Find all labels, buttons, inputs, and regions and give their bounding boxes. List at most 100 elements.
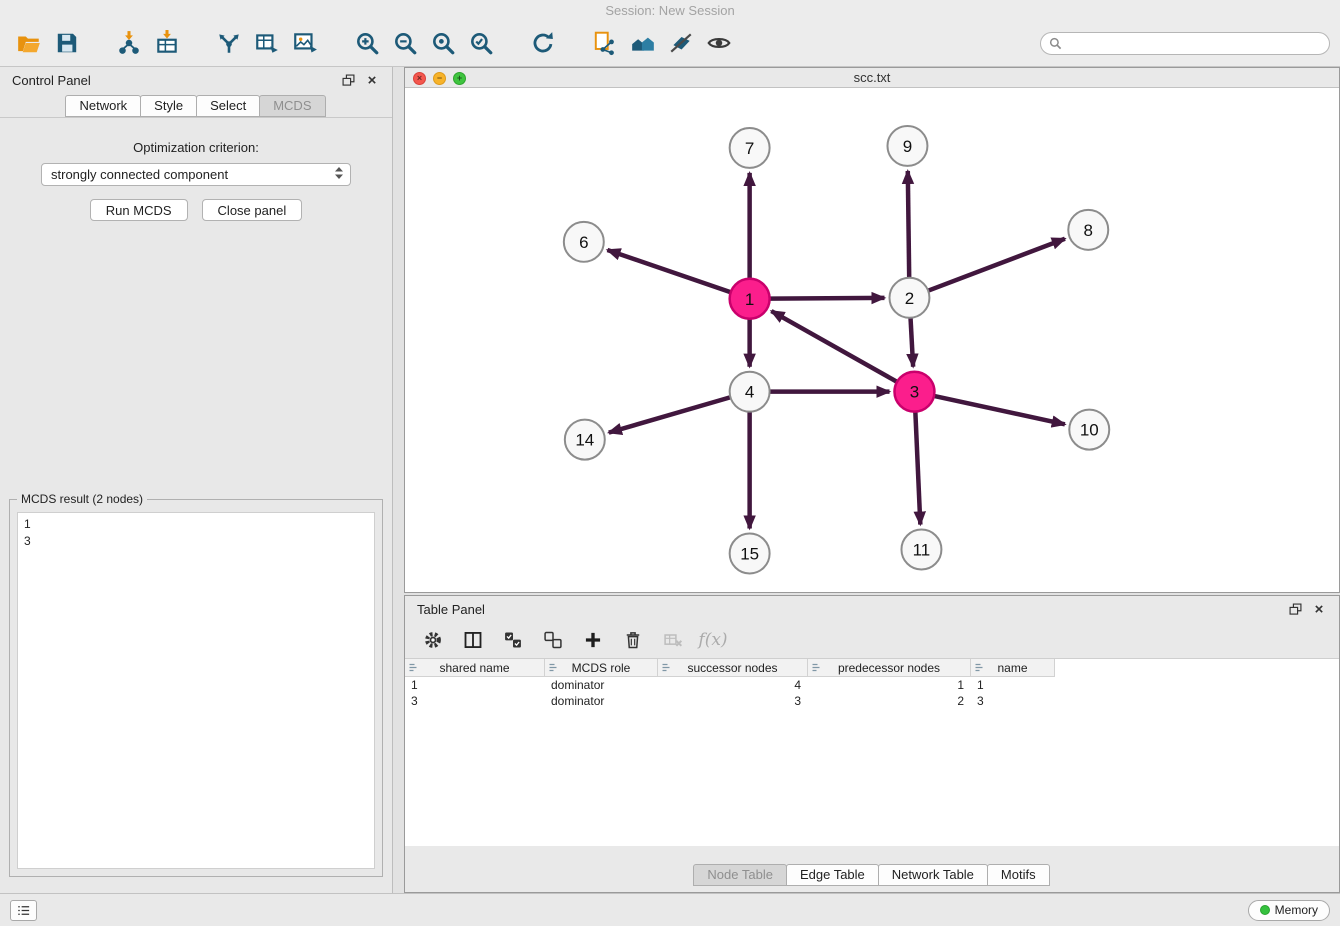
memory-status-icon [1260,905,1270,915]
new-network-button[interactable] [210,25,248,61]
network-canvas[interactable]: 7 9 6 8 1 2 4 3 14 10 15 11 [405,88,1339,592]
edge-3-10[interactable] [934,395,1065,423]
edge-2-9[interactable] [908,170,909,277]
refresh-button[interactable] [524,25,562,61]
tab-network[interactable]: Network [65,95,141,117]
show-column-button[interactable] [457,625,489,655]
search-input[interactable] [1067,36,1321,50]
save-disk-icon [54,30,80,56]
deselect-all-button[interactable] [537,625,569,655]
zoom-in-button[interactable] [348,25,386,61]
cell: 3 [405,693,545,709]
tab-network-table[interactable]: Network Table [878,864,988,886]
column-header-predecessor-nodes[interactable]: predecessor nodes [808,659,971,677]
network-canvas-svg[interactable]: 7 9 6 8 1 2 4 3 14 10 15 11 [405,88,1339,592]
import-table-button[interactable] [148,25,186,61]
close-table-panel-icon[interactable]: × [1311,601,1327,617]
mcds-result-list[interactable]: 13 [17,512,375,869]
network-node-14[interactable]: 14 [565,419,605,459]
window-close-icon[interactable]: × [413,72,426,85]
import-network-button[interactable] [110,25,148,61]
network-node-3[interactable]: 3 [894,371,934,411]
import-table-icon [154,30,180,56]
image-export-icon [292,30,318,56]
column-header-name[interactable]: name [971,659,1055,677]
delete-row-button[interactable] [617,625,649,655]
window-titlebar: Session: New Session [0,0,1340,20]
node-label: 3 [910,382,919,401]
cell: 4 [658,677,808,693]
delete-table-button[interactable] [657,625,689,655]
edge-3-11[interactable] [915,411,920,524]
network-node-10[interactable]: 10 [1069,409,1109,449]
zoom-fit-button[interactable] [424,25,462,61]
edge-3-1[interactable] [771,311,897,382]
tab-mcds[interactable]: MCDS [259,95,325,117]
memory-button[interactable]: Memory [1248,900,1330,921]
zoom-selected-button[interactable] [462,25,500,61]
tab-select[interactable]: Select [196,95,260,117]
float-table-panel-icon[interactable] [1287,601,1303,617]
network-node-6[interactable]: 6 [564,221,604,261]
table-panel-tabs: Node TableEdge TableNetwork TableMotifs [694,864,1049,886]
edge-1-6[interactable] [607,249,730,291]
edge-4-14[interactable] [609,397,731,432]
show-graphics-details-button[interactable] [700,25,738,61]
table-toolbar: f(x) [405,622,1339,658]
add-row-button[interactable] [577,625,609,655]
network-node-11[interactable]: 11 [901,529,941,569]
float-panel-icon[interactable] [340,72,356,88]
column-header-successor-nodes[interactable]: successor nodes [658,659,808,677]
window-maximize-icon[interactable]: + [453,72,466,85]
network-node-15[interactable]: 15 [730,533,770,573]
global-search-field[interactable] [1040,32,1330,55]
column-header-shared-name[interactable]: shared name [405,659,545,677]
cell: dominator [545,677,658,693]
tab-style[interactable]: Style [140,95,197,117]
network-node-9[interactable]: 9 [887,126,927,166]
network-node-4[interactable]: 4 [730,371,770,411]
tab-motifs[interactable]: Motifs [987,864,1050,886]
open-session-button[interactable] [10,25,48,61]
sort-icon [548,662,559,673]
houses-icon [630,30,656,56]
function-builder-button[interactable]: f(x) [697,625,729,655]
sort-icon [811,662,822,673]
network-node-7[interactable]: 7 [730,128,770,168]
zoom-out-button[interactable] [386,25,424,61]
hide-graphics-details-button[interactable] [662,25,700,61]
table-tabs-bar: Node TableEdge TableNetwork TableMotifs [405,846,1339,892]
network-node-1[interactable]: 1 [730,278,770,318]
table-settings-button[interactable] [417,625,449,655]
window-minimize-icon[interactable]: − [433,72,446,85]
column-label: successor nodes [658,661,807,675]
table-row[interactable]: 3dominator323 [405,693,1339,709]
cell: 1 [808,677,971,693]
tab-edge-table[interactable]: Edge Table [786,864,879,886]
task-history-button[interactable] [10,900,37,921]
new-table-button[interactable] [248,25,286,61]
close-panel-icon[interactable]: × [364,72,380,88]
edge-1-2[interactable] [770,297,885,298]
optimization-criterion-label: Optimization criterion: [0,140,392,155]
duplicate-network-button[interactable] [586,25,624,61]
network-node-2[interactable]: 2 [889,277,929,317]
export-image-button[interactable] [286,25,324,61]
deselect-all-icon [543,630,563,650]
close-panel-button[interactable]: Close panel [202,199,303,221]
tab-node-table[interactable]: Node Table [693,864,787,886]
table-row[interactable]: 1dominator411 [405,677,1339,693]
save-session-button[interactable] [48,25,86,61]
column-header-MCDS-role[interactable]: MCDS role [545,659,658,677]
column-label: predecessor nodes [808,661,970,675]
node-label: 4 [745,382,754,401]
select-all-button[interactable] [497,625,529,655]
home-layout-button[interactable] [624,25,662,61]
fx-icon: f(x) [698,630,727,650]
criterion-dropdown[interactable]: strongly connected component [41,163,351,186]
node-table[interactable]: shared nameMCDS rolesuccessor nodesprede… [405,658,1339,846]
run-mcds-button[interactable]: Run MCDS [90,199,188,221]
network-node-8[interactable]: 8 [1068,209,1108,249]
edge-2-8[interactable] [928,238,1065,290]
edge-2-3[interactable] [911,317,914,366]
